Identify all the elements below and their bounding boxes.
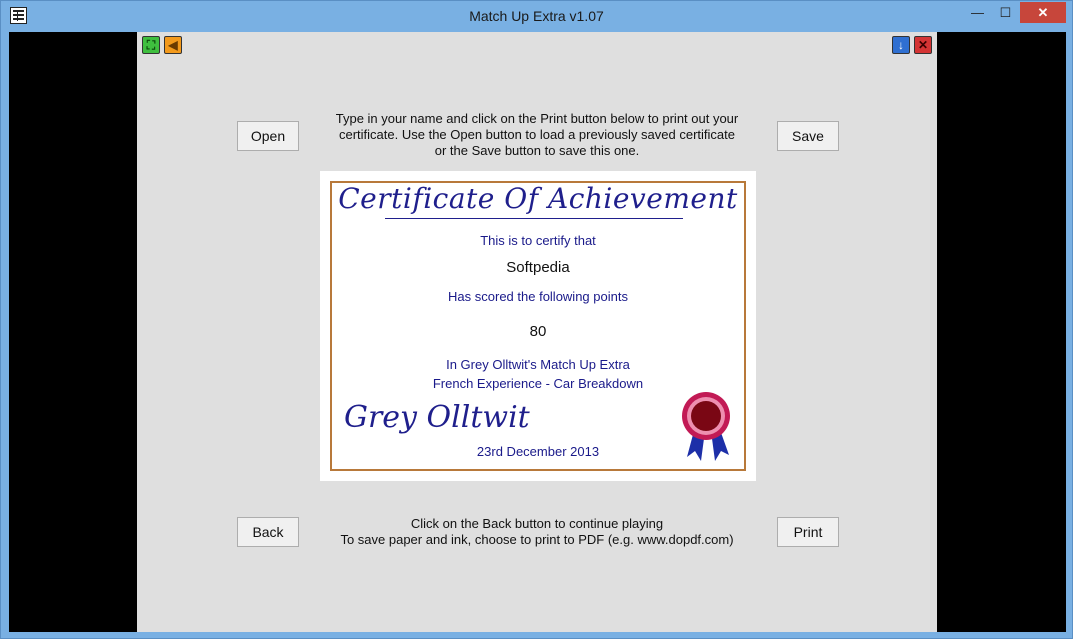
- minimize-game-icon[interactable]: ↓: [892, 36, 910, 54]
- exit-game-icon[interactable]: ✕: [914, 36, 932, 54]
- window-title: Match Up Extra v1.07: [469, 8, 604, 24]
- game-text: In Grey Olltwit's Match Up Extra: [446, 357, 630, 372]
- instructions-text: Type in your name and click on the Print…: [307, 111, 767, 159]
- open-button[interactable]: Open: [237, 121, 299, 151]
- points-value: 80: [529, 323, 547, 340]
- certificate-title: Certificate Of Achievement: [338, 182, 738, 215]
- fullscreen-icon[interactable]: ⛶: [142, 36, 160, 54]
- app-window: Match Up Extra v1.07 — ☐ ✕ ⛶ ◀ ↓ ✕ Open …: [0, 0, 1073, 639]
- award-seal-icon: [682, 392, 730, 461]
- certify-text: This is to certify that: [480, 233, 596, 248]
- certificate: Certificate Of Achievement This is to ce…: [320, 171, 756, 481]
- window-close-button[interactable]: ✕: [1020, 2, 1066, 23]
- sound-icon[interactable]: ◀: [164, 36, 182, 54]
- game-mode-text: French Experience - Car Breakdown: [432, 376, 644, 391]
- footer-text: Click on the Back button to continue pla…: [307, 516, 767, 548]
- title-bar: Match Up Extra v1.07 — ☐ ✕: [1, 1, 1072, 32]
- certificate-title-underline: [385, 218, 683, 219]
- back-button[interactable]: Back: [237, 517, 299, 547]
- footer-line: Click on the Back button to continue pla…: [410, 516, 664, 531]
- instructions-line: Type in your name and click on the Print…: [335, 111, 739, 126]
- client-area: ⛶ ◀ ↓ ✕ Open Save Type in your name and …: [9, 32, 1066, 632]
- player-name: Softpedia: [506, 259, 570, 276]
- window-maximize-button[interactable]: ☐: [992, 2, 1019, 23]
- footer-line: To save paper and ink, choose to print t…: [340, 532, 734, 547]
- instructions-line: or the Save button to save this one.: [434, 143, 640, 158]
- save-button[interactable]: Save: [777, 121, 839, 151]
- game-stage: ⛶ ◀ ↓ ✕ Open Save Type in your name and …: [137, 32, 937, 632]
- scored-text: Has scored the following points: [448, 289, 628, 304]
- print-button[interactable]: Print: [777, 517, 839, 547]
- window-minimize-button[interactable]: —: [964, 2, 991, 23]
- instructions-line: certificate. Use the Open button to load…: [339, 127, 735, 142]
- signature: Grey Olltwit: [344, 400, 530, 435]
